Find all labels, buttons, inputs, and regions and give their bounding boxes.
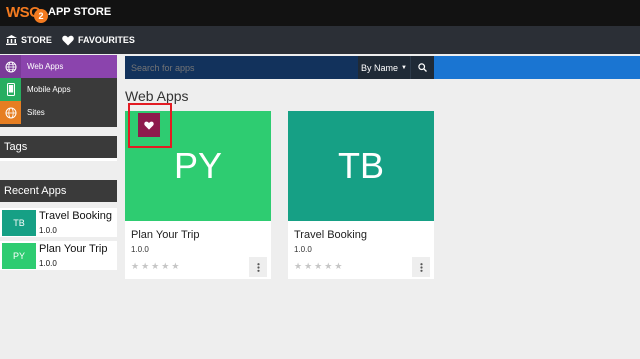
vertical-ellipsis-icon <box>419 262 423 272</box>
star-rating: ★ ★ ★ ★ ★ <box>294 262 342 271</box>
caret-down-icon: ▼ <box>401 64 407 71</box>
star-icon: ★ <box>294 261 303 271</box>
nav-store-label: STORE <box>21 35 52 45</box>
heart-icon <box>62 35 74 45</box>
sort-label: By Name <box>361 62 399 73</box>
category-menu: Web Apps Mobile Apps Sites <box>0 55 117 127</box>
tags-header: Tags <box>0 136 117 158</box>
menu-item-web-apps[interactable]: Web Apps <box>0 55 117 78</box>
menu-item-mobile-apps[interactable]: Mobile Apps <box>0 78 117 101</box>
app-title: APP STORE <box>48 6 112 18</box>
star-icon: ★ <box>161 261 170 271</box>
recent-app-version: 1.0.0 <box>39 226 57 235</box>
star-icon: ★ <box>314 261 323 271</box>
star-icon: ★ <box>131 261 140 271</box>
recent-app-thumb: PY <box>2 243 36 269</box>
star-icon: ★ <box>334 261 343 271</box>
menu-item-label: Sites <box>27 108 45 117</box>
star-icon: ★ <box>324 261 333 271</box>
search-bar: By Name ▼ <box>125 56 640 79</box>
sort-dropdown[interactable]: By Name ▼ <box>358 56 410 79</box>
mobile-icon <box>0 78 21 101</box>
heart-icon <box>144 121 154 130</box>
globe-icon <box>0 55 21 78</box>
star-icon: ★ <box>141 261 150 271</box>
menu-item-label: Mobile Apps <box>27 85 71 94</box>
search-icon <box>418 63 427 72</box>
top-bar: WSO 2 APP STORE <box>0 0 640 26</box>
recent-app-name: Plan Your Trip <box>39 243 108 255</box>
add-to-favourites-button[interactable] <box>138 113 160 137</box>
section-title: Web Apps <box>125 88 189 104</box>
app-name[interactable]: Travel Booking <box>294 229 367 241</box>
logo-sub: 2 <box>34 9 48 23</box>
app-version: 1.0.0 <box>294 245 312 254</box>
vertical-ellipsis-icon <box>256 262 260 272</box>
nav-favourites-label: FAVOURITES <box>78 35 135 45</box>
menu-item-sites[interactable]: Sites <box>0 101 117 124</box>
recent-app-item[interactable]: PY Plan Your Trip 1.0.0 <box>0 241 117 270</box>
recent-apps-header: Recent Apps <box>0 180 117 202</box>
app-banner[interactable]: TB <box>288 111 434 221</box>
star-icon: ★ <box>151 261 160 271</box>
star-rating: ★ ★ ★ ★ ★ <box>131 262 179 271</box>
app-version: 1.0.0 <box>131 245 149 254</box>
app-card[interactable]: TB Travel Booking 1.0.0 ★ ★ ★ ★ ★ <box>288 111 434 279</box>
recent-app-item[interactable]: TB Travel Booking 1.0.0 <box>0 208 117 237</box>
nav-favourites[interactable]: FAVOURITES <box>62 26 135 54</box>
recent-app-version: 1.0.0 <box>39 259 57 268</box>
search-input[interactable] <box>125 56 358 79</box>
recent-app-name: Travel Booking <box>39 210 112 222</box>
star-icon: ★ <box>304 261 313 271</box>
more-options-button[interactable] <box>249 257 267 277</box>
globe-icon <box>0 101 21 124</box>
tags-panel <box>0 158 117 161</box>
bank-icon <box>6 35 17 45</box>
menu-item-label: Web Apps <box>27 62 64 71</box>
app-name[interactable]: Plan Your Trip <box>131 229 200 241</box>
main-nav: STORE FAVOURITES <box>0 26 640 54</box>
recent-app-thumb: TB <box>2 210 36 236</box>
search-button[interactable] <box>410 56 434 79</box>
nav-store[interactable]: STORE <box>6 26 52 54</box>
more-options-button[interactable] <box>412 257 430 277</box>
star-icon: ★ <box>171 261 180 271</box>
